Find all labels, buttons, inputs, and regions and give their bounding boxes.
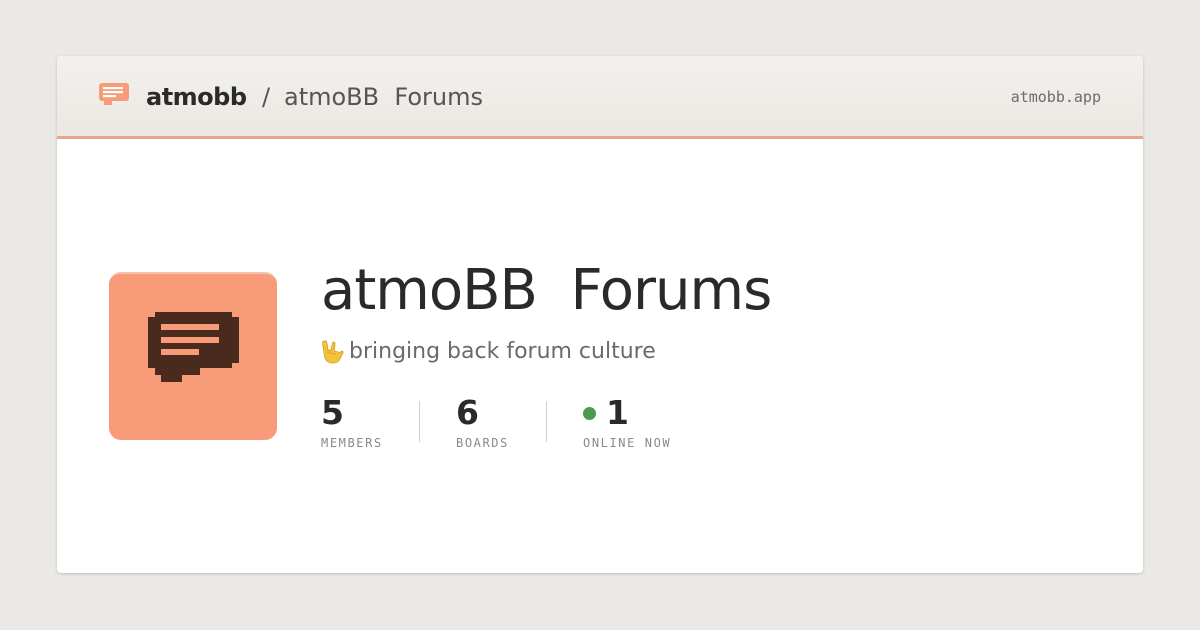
tagline: bringing back forum culture	[319, 335, 656, 369]
brand-name[interactable]: atmobb	[146, 82, 247, 112]
breadcrumb-separator: /	[262, 83, 271, 111]
online-label: ONLINE NOW	[583, 436, 672, 450]
tagline-text: bringing back forum culture	[349, 339, 656, 364]
online-count: 1	[606, 393, 629, 432]
boards-label: BOARDS	[456, 436, 509, 450]
breadcrumb-forum[interactable]: atmoBB Forums	[284, 82, 483, 112]
members-label: MEMBERS	[321, 436, 383, 450]
members-count: 5	[321, 393, 344, 432]
forum-logo	[109, 272, 277, 440]
chat-bubble-icon	[148, 312, 239, 382]
hand-horns-icon	[322, 340, 344, 364]
online-dot-icon	[583, 406, 596, 420]
stat-boards: 6 BOARDS	[456, 394, 509, 451]
stat-online: 1 ONLINE NOW	[583, 394, 671, 451]
share-card: atmobb / atmoBB Forums atmobb.app atmoBB…	[57, 56, 1143, 573]
boards-count: 6	[456, 393, 479, 432]
stat-divider	[419, 401, 420, 442]
stat-divider	[546, 401, 547, 442]
stat-members: 5 MEMBERS	[321, 394, 383, 451]
site-domain[interactable]: atmobb.app	[1011, 87, 1101, 107]
online-count-row: 1	[583, 394, 671, 432]
page-title: atmoBB Forums	[321, 258, 772, 323]
card-header: atmobb / atmoBB Forums atmobb.app	[57, 56, 1143, 139]
chat-bubble-icon	[99, 83, 129, 105]
